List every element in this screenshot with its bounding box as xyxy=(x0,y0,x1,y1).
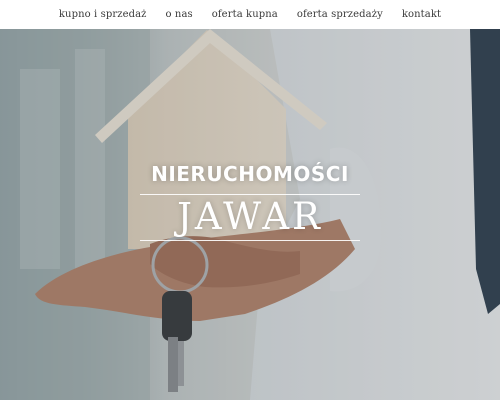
nav-link-oferta-kupna[interactable]: oferta kupna xyxy=(212,9,278,20)
main-navigation: kupno i sprzedaż o nas oferta kupna ofer… xyxy=(0,0,500,29)
brand-divider-bottom xyxy=(140,240,360,241)
nav-link-kontakt[interactable]: kontakt xyxy=(402,9,441,20)
brand-name: JAWAR xyxy=(177,195,323,238)
brand-title: NIERUCHOMOŚCI xyxy=(151,162,349,186)
brand-block: NIERUCHOMOŚCI JAWAR xyxy=(140,160,360,241)
hero-banner: NIERUCHOMOŚCI JAWAR xyxy=(0,29,500,400)
nav-link-oferta-sprzedazy[interactable]: oferta sprzedaży xyxy=(297,9,383,20)
nav-link-o-nas[interactable]: o nas xyxy=(166,9,193,20)
nav-link-kupno-i-sprzedaz[interactable]: kupno i sprzedaż xyxy=(59,9,147,20)
